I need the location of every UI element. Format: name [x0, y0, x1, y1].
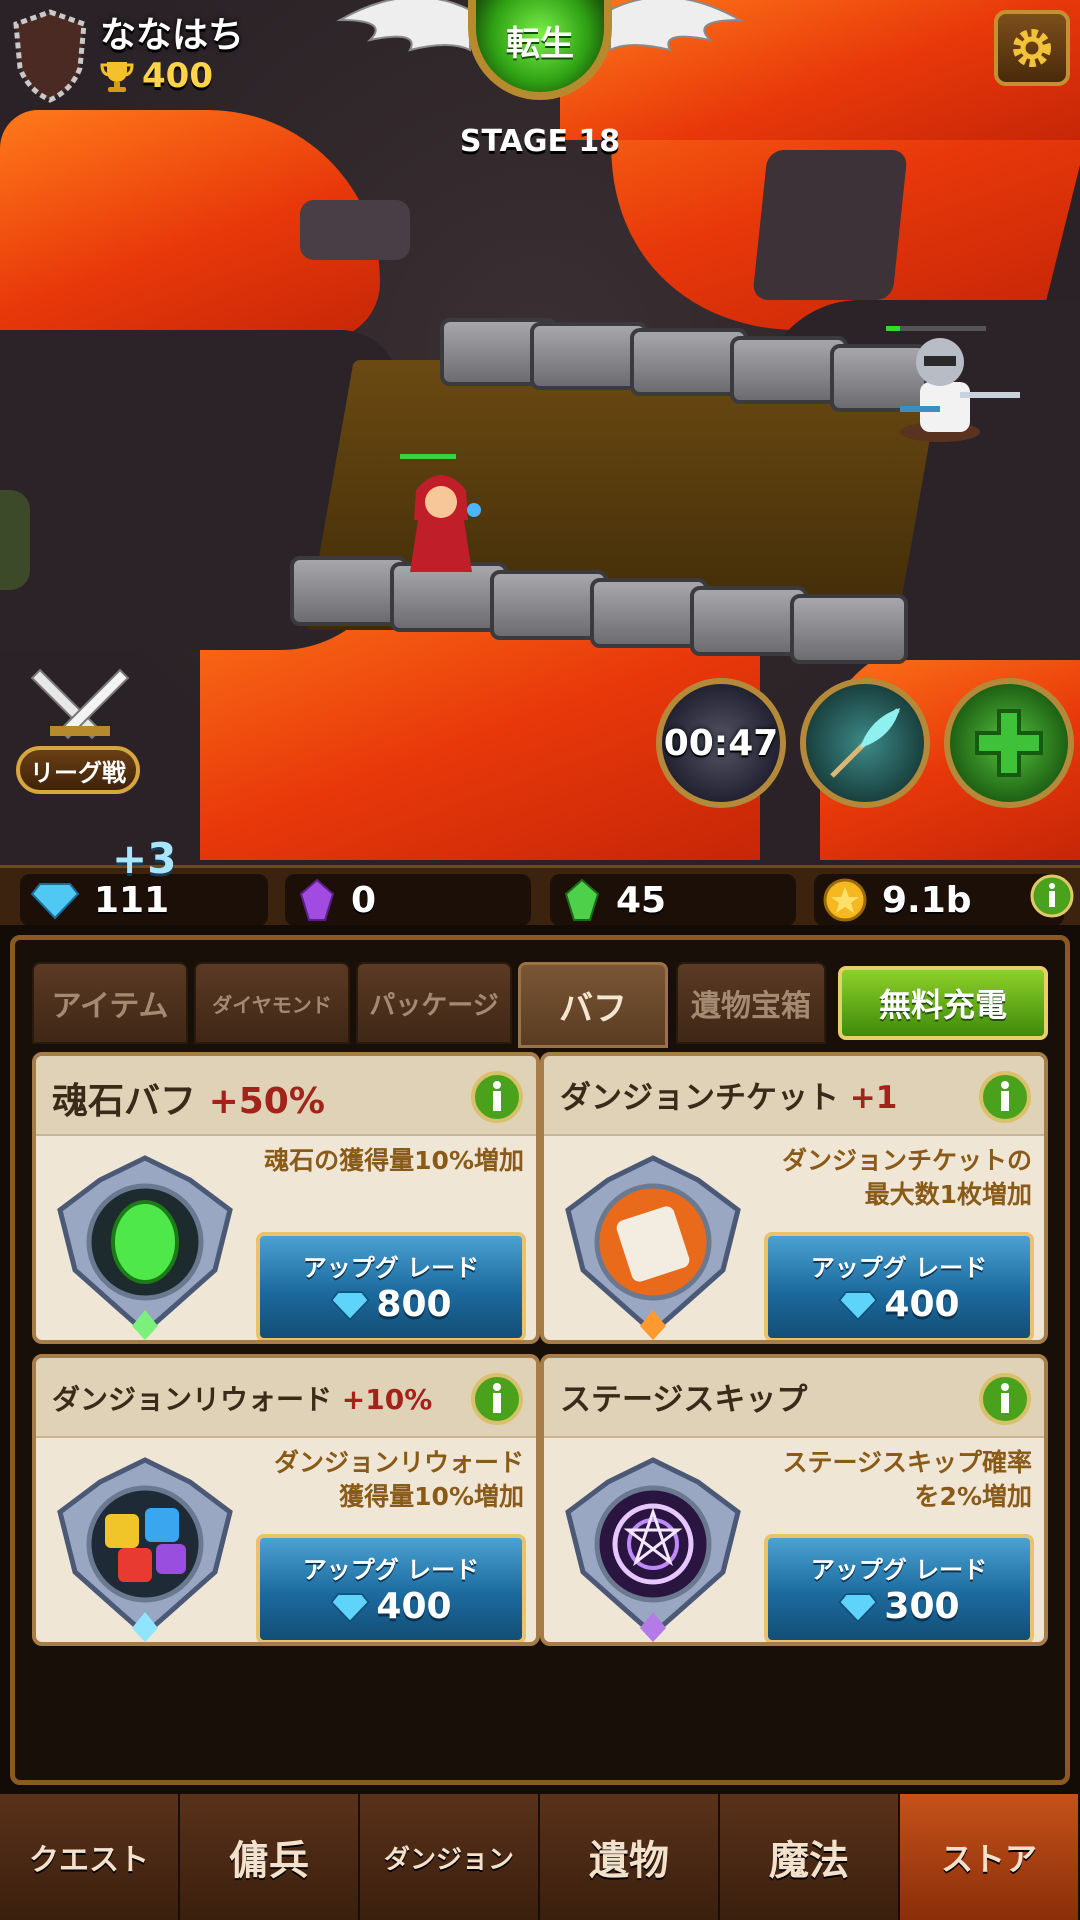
scroll-ticket-icon: [565, 1155, 741, 1340]
diamond-icon: [330, 1290, 370, 1321]
gold-count: 9.1b: [882, 879, 972, 921]
settings-button[interactable]: [994, 10, 1070, 86]
green-gem-counter: 45: [550, 874, 796, 926]
upgrade-price: 400: [768, 1284, 1030, 1325]
plus-cross-icon: [975, 709, 1043, 777]
diamond-gain-popup: +3: [112, 834, 177, 883]
card-bonus: +50%: [208, 1081, 325, 1122]
soul-stone-counter: 0: [285, 874, 531, 926]
upgrade-button[interactable]: アップグ レード 400: [764, 1232, 1034, 1340]
upgrade-label: アップグ レード: [810, 1556, 988, 1584]
purple-soulstone-icon: [299, 878, 335, 921]
player-name: ななはち: [100, 15, 245, 56]
card-header: ダンジョンチケット +1: [544, 1056, 1044, 1136]
info-icon[interactable]: [978, 1372, 1032, 1426]
info-icon[interactable]: [470, 1372, 524, 1426]
diamond-icon: [838, 1592, 878, 1623]
rock-pillar: [752, 150, 908, 300]
info-icon[interactable]: [1030, 874, 1074, 918]
buff-card-dungeon-reward: ダンジョンリウォード +10% ダンジョンリウォード 獲得量10%増加 アップグ …: [32, 1354, 540, 1646]
league-battle-button[interactable]: リーグ戦: [16, 660, 146, 800]
tab-diamond[interactable]: ダイヤモンド: [194, 962, 350, 1044]
trophy-icon: [100, 62, 134, 92]
diamond-icon: [330, 1592, 370, 1623]
nav-magic[interactable]: 魔法: [720, 1794, 900, 1920]
upgrade-price: 800: [260, 1284, 522, 1325]
card-title: 魂石バフ +50%: [52, 1081, 325, 1122]
card-description: ダンジョンチケットの 最大数1枚増加: [781, 1146, 1032, 1209]
upgrade-label: アップグ レード: [302, 1556, 480, 1584]
diamond-icon: [838, 1290, 878, 1321]
tab-package[interactable]: パッケージ: [356, 962, 512, 1044]
card-header: ダンジョンリウォード +10%: [36, 1358, 536, 1438]
tab-item[interactable]: アイテム: [32, 962, 188, 1044]
soulstone-icon: [57, 1155, 233, 1340]
league-battle-label: リーグ戦: [16, 746, 140, 794]
archer-ally-character: [0, 490, 30, 590]
upgrade-label: アップグ レード: [302, 1254, 480, 1282]
card-description: ダンジョンリウォード 獲得量10%増加: [273, 1448, 524, 1511]
upgrade-label: アップグ レード: [810, 1254, 988, 1282]
trophy-row: 400: [100, 56, 213, 96]
buff-card-dungeon-ticket: ダンジョンチケット +1 ダンジョンチケットの 最大数1枚増加 アップグ レード …: [540, 1052, 1048, 1344]
info-icon[interactable]: [470, 1070, 524, 1124]
rebirth-button[interactable]: 転生: [330, 0, 750, 120]
upgrade-price: 300: [768, 1586, 1030, 1627]
mage-hero-character: [400, 454, 481, 572]
buff-card-soulstone: 魂石バフ +50% 魂石の獲得量10%増加 アップグ レード 800: [32, 1052, 540, 1344]
crossed-swords-icon: [30, 668, 130, 740]
card-title: ダンジョンチケット +1: [560, 1080, 898, 1116]
stone-block: [790, 594, 908, 664]
tab-relic-chest[interactable]: 遺物宝箱: [676, 962, 826, 1044]
feather-arrow-skill-button[interactable]: [800, 678, 930, 808]
soul-stone-count: 0: [351, 879, 377, 921]
card-bonus: +10%: [341, 1383, 433, 1416]
upgrade-price: 400: [260, 1586, 522, 1627]
gear-icon: [1013, 29, 1051, 67]
knight-enemy-character: [886, 326, 1020, 442]
buff-card-stage-skip: ステージスキップ ステージスキップ確率 を2%増加 アップグ レード 300: [540, 1354, 1048, 1646]
nav-store[interactable]: ストア: [900, 1794, 1080, 1920]
nav-dungeon[interactable]: ダンジョン: [360, 1794, 540, 1920]
card-header: 魂石バフ +50%: [36, 1056, 536, 1136]
card-bonus: +1: [849, 1080, 898, 1116]
stage-label: STAGE 18: [459, 124, 621, 159]
green-gem-icon: [564, 878, 600, 921]
diamond-icon: [30, 883, 80, 920]
rebirth-label: 転生: [506, 23, 574, 64]
bottom-nav: クエスト 傭兵 ダンジョン 遺物 魔法 ストア: [0, 1794, 1080, 1920]
upgrade-button[interactable]: アップグ レード 400: [256, 1534, 526, 1642]
nav-quest[interactable]: クエスト: [0, 1794, 180, 1920]
gold-coin-icon: [823, 878, 867, 922]
card-description: 魂石の獲得量10%増加: [264, 1146, 524, 1175]
tab-buff[interactable]: バフ: [518, 962, 668, 1048]
card-title: ダンジョンリウォード +10%: [52, 1383, 433, 1416]
trophy-score: 400: [142, 56, 213, 96]
guild-shield-icon: [13, 9, 87, 103]
magic-circle-icon: [565, 1457, 741, 1642]
nav-relic[interactable]: 遺物: [540, 1794, 720, 1920]
diamond-count: 111: [94, 879, 170, 921]
gold-counter: 9.1b: [814, 874, 1064, 926]
card-header: ステージスキップ: [544, 1358, 1044, 1438]
heal-skill-button[interactable]: [944, 678, 1074, 808]
feather-arrow-icon: [830, 708, 900, 778]
gem-cluster-icon: [57, 1457, 233, 1642]
card-description: ステージスキップ確率 を2%増加: [782, 1448, 1032, 1511]
rebirth-orb[interactable]: 転生: [468, 0, 612, 100]
upgrade-button[interactable]: アップグ レード 300: [764, 1534, 1034, 1642]
skill-timer-button[interactable]: 00:47: [656, 678, 786, 808]
nav-mercenary[interactable]: 傭兵: [180, 1794, 360, 1920]
skill-timer-text: 00:47: [663, 722, 779, 764]
rock: [300, 200, 410, 260]
free-charge-button[interactable]: 無料充電: [838, 966, 1048, 1040]
info-icon[interactable]: [978, 1070, 1032, 1124]
card-title: ステージスキップ: [560, 1382, 808, 1418]
green-gem-count: 45: [616, 879, 667, 921]
upgrade-button[interactable]: アップグ レード 800: [256, 1232, 526, 1340]
